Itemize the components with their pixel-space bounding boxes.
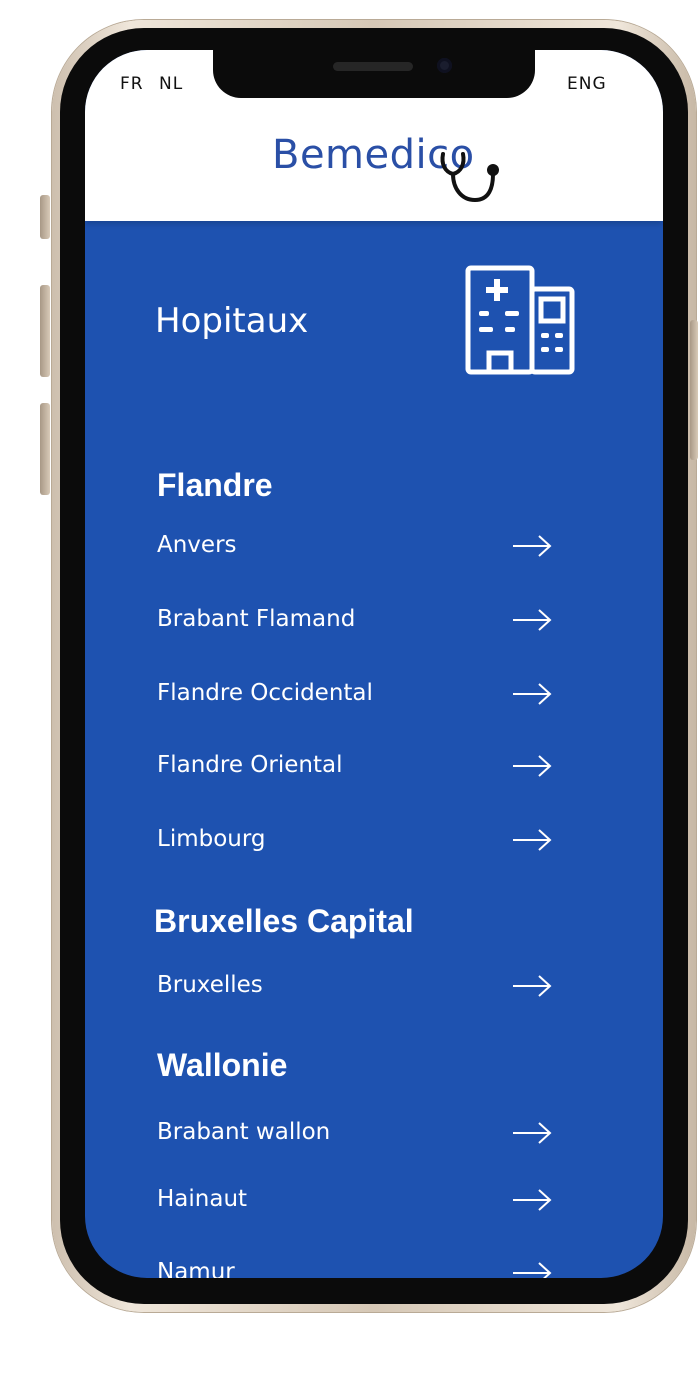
phone-notch bbox=[213, 50, 535, 98]
language-eng-link[interactable]: ENG bbox=[567, 74, 607, 94]
arrow-right-icon bbox=[513, 535, 552, 557]
list-item-brabant-wallon[interactable]: Brabant wallon bbox=[157, 1113, 557, 1157]
app-screen: FR NL ENG Bemedico Hopitaux Flandre Anve… bbox=[85, 50, 663, 1278]
hospital-building-icon bbox=[465, 265, 575, 375]
list-item-brabant-flamand[interactable]: Brabant Flamand bbox=[157, 600, 557, 644]
phone-power-button bbox=[690, 320, 698, 460]
list-item-label: Flandre Oriental bbox=[157, 752, 343, 778]
list-item-label: Namur bbox=[157, 1259, 235, 1278]
list-item-flandre-occidental[interactable]: Flandre Occidental bbox=[157, 674, 557, 718]
stethoscope-icon bbox=[440, 152, 499, 203]
arrow-right-icon bbox=[513, 829, 552, 851]
region-title-bruxelles-capital: Bruxelles Capital bbox=[154, 903, 414, 939]
region-title-flandre: Flandre bbox=[157, 467, 273, 503]
list-item-label: Hainaut bbox=[157, 1186, 248, 1212]
page-title: Hopitaux bbox=[155, 301, 309, 341]
list-item-label: Anvers bbox=[157, 532, 237, 558]
language-nl-link[interactable]: NL bbox=[159, 74, 183, 94]
list-item-hainaut[interactable]: Hainaut bbox=[157, 1180, 557, 1224]
list-item-flandre-oriental[interactable]: Flandre Oriental bbox=[157, 746, 557, 790]
phone-volume-up-button bbox=[40, 285, 50, 377]
list-item-label: Flandre Occidental bbox=[157, 680, 373, 706]
arrow-right-icon bbox=[513, 1189, 552, 1211]
speaker-grille bbox=[333, 62, 413, 71]
hospitals-content: Hopitaux Flandre Anvers Brabant Flamand … bbox=[85, 221, 663, 1278]
arrow-right-icon bbox=[513, 975, 552, 997]
list-item-label: Limbourg bbox=[157, 826, 266, 852]
list-item-namur[interactable]: Namur bbox=[157, 1253, 557, 1278]
arrow-right-icon bbox=[513, 755, 552, 777]
list-item-limbourg[interactable]: Limbourg bbox=[157, 820, 557, 864]
list-item-label: Brabant wallon bbox=[157, 1119, 331, 1145]
list-item-bruxelles[interactable]: Bruxelles bbox=[157, 966, 557, 1010]
phone-volume-down-button bbox=[40, 403, 50, 495]
list-item-anvers[interactable]: Anvers bbox=[157, 526, 557, 570]
arrow-right-icon bbox=[513, 1262, 552, 1278]
list-item-label: Brabant Flamand bbox=[157, 606, 356, 632]
language-fr-link[interactable]: FR bbox=[120, 74, 144, 94]
phone-mockup: FR NL ENG Bemedico Hopitaux Flandre Anve… bbox=[0, 0, 700, 1400]
arrow-right-icon bbox=[513, 683, 552, 705]
phone-mute-switch bbox=[40, 195, 50, 239]
region-title-wallonie: Wallonie bbox=[157, 1047, 288, 1083]
arrow-right-icon bbox=[513, 1122, 552, 1144]
list-item-label: Bruxelles bbox=[157, 972, 263, 998]
front-camera bbox=[437, 58, 452, 73]
arrow-right-icon bbox=[513, 609, 552, 631]
